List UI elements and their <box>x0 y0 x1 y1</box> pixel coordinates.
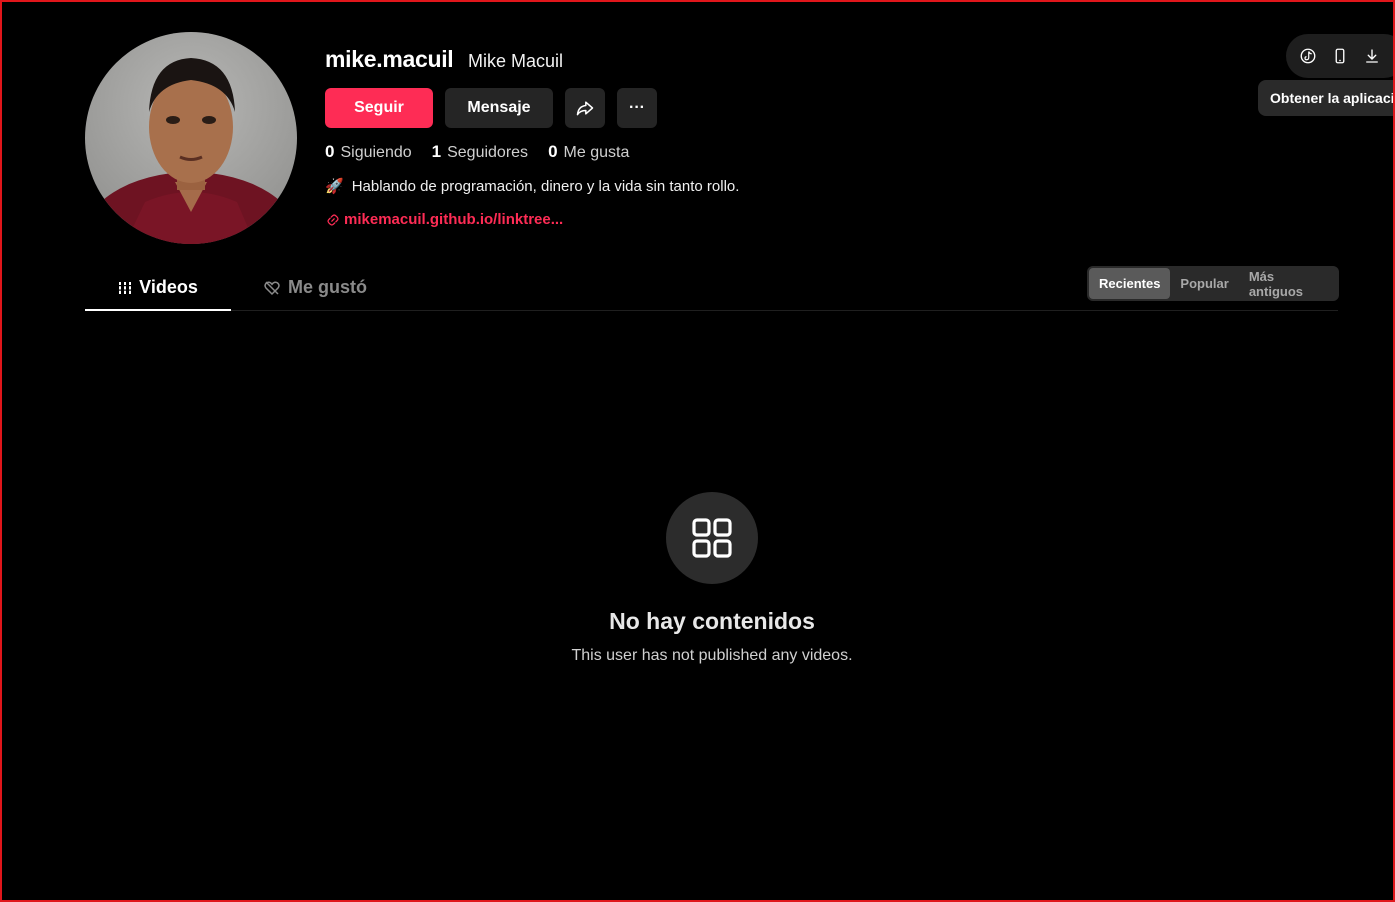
message-button[interactable]: Mensaje <box>445 88 553 128</box>
stat-following-label: Siguiendo <box>340 144 412 161</box>
stat-following-value: 0 <box>325 142 335 161</box>
rocket-emoji: 🚀 <box>325 178 344 195</box>
stat-followers-label: Seguidores <box>447 144 529 161</box>
empty-state-title: No hay contenidos <box>609 608 815 634</box>
stat-followers[interactable]: 1 Seguidores <box>432 142 528 162</box>
stat-likes-label: Me gusta <box>563 144 630 161</box>
profile-display-name: Mike Macuil <box>468 51 564 71</box>
profile-username: mike.macuil <box>325 46 454 72</box>
tab-videos[interactable]: Videos <box>85 266 231 311</box>
app-toolbar <box>1286 34 1395 78</box>
stat-likes: 0 Me gusta <box>548 142 629 162</box>
follow-button[interactable]: Seguir <box>325 88 433 128</box>
tab-liked[interactable]: Me gustó <box>263 266 367 309</box>
share-button[interactable] <box>565 88 605 128</box>
sort-segmented-control: Recientes Popular Más antiguos <box>1087 266 1339 301</box>
tab-videos-label: Videos <box>139 277 198 297</box>
mobile-icon <box>1335 48 1345 64</box>
avatar-photo <box>85 58 297 244</box>
empty-state-subtitle: This user has not published any videos. <box>571 647 853 664</box>
stat-likes-value: 0 <box>548 142 558 161</box>
profile-avatar[interactable] <box>85 32 297 244</box>
grid-icon <box>118 281 133 294</box>
sort-popular[interactable]: Popular <box>1170 268 1238 299</box>
profile-bio: 🚀 Hablando de programación, dinero y la … <box>325 177 740 196</box>
mobile-button[interactable] <box>1324 34 1356 78</box>
download-button[interactable] <box>1356 34 1388 78</box>
tiktok-button[interactable] <box>1292 34 1324 78</box>
tiktok-icon <box>1300 48 1316 64</box>
get-app-tooltip: Obtener la aplicación <box>1258 80 1395 116</box>
tab-liked-label: Me gustó <box>288 277 367 297</box>
sort-oldest[interactable]: Más antiguos <box>1239 268 1337 299</box>
share-icon <box>576 101 594 116</box>
sort-recent[interactable]: Recientes <box>1089 268 1171 299</box>
empty-state-icon <box>666 492 758 584</box>
stat-followers-value: 1 <box>431 142 442 161</box>
download-icon <box>1366 49 1378 63</box>
profile-link-text: mikemacuil.github.io/linktree... <box>344 211 564 228</box>
profile-link[interactable]: mikemacuil.github.io/linktree... <box>326 211 563 228</box>
bio-text: Hablando de programación, dinero y la vi… <box>351 177 740 195</box>
profile-stats: 0 Siguiendo 1 Seguidores 0 Me gusta <box>325 142 629 162</box>
stat-following[interactable]: 0 Siguiendo <box>325 142 412 162</box>
grid-squares-icon <box>692 518 732 558</box>
link-icon <box>327 213 339 226</box>
more-button[interactable]: ··· <box>617 88 657 128</box>
heart-hidden-icon <box>264 280 280 295</box>
